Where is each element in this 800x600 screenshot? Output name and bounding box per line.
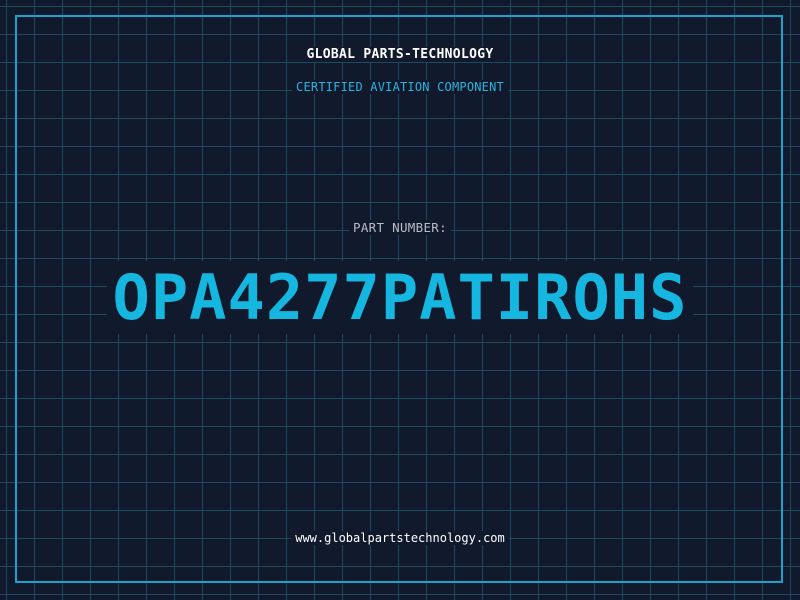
part-number-value: OPA4277PATIROHS (0, 258, 800, 338)
brand-title-text: GLOBAL PARTS-TECHNOLOGY (302, 47, 498, 62)
website-url-text: www.globalpartstechnology.com (291, 531, 509, 545)
brand-title: GLOBAL PARTS-TECHNOLOGY (0, 47, 800, 62)
certification-tagline-text: CERTIFIED AVIATION COMPONENT (292, 80, 508, 94)
part-number-label-text: PART NUMBER: (349, 220, 451, 235)
certificate-page: GLOBAL PARTS-TECHNOLOGY CERTIFIED AVIATI… (0, 0, 800, 600)
certification-tagline: CERTIFIED AVIATION COMPONENT (0, 80, 800, 94)
part-number-label: PART NUMBER: (0, 220, 800, 235)
part-number-value-text: OPA4277PATIROHS (106, 261, 694, 334)
website-url: www.globalpartstechnology.com (0, 531, 800, 545)
